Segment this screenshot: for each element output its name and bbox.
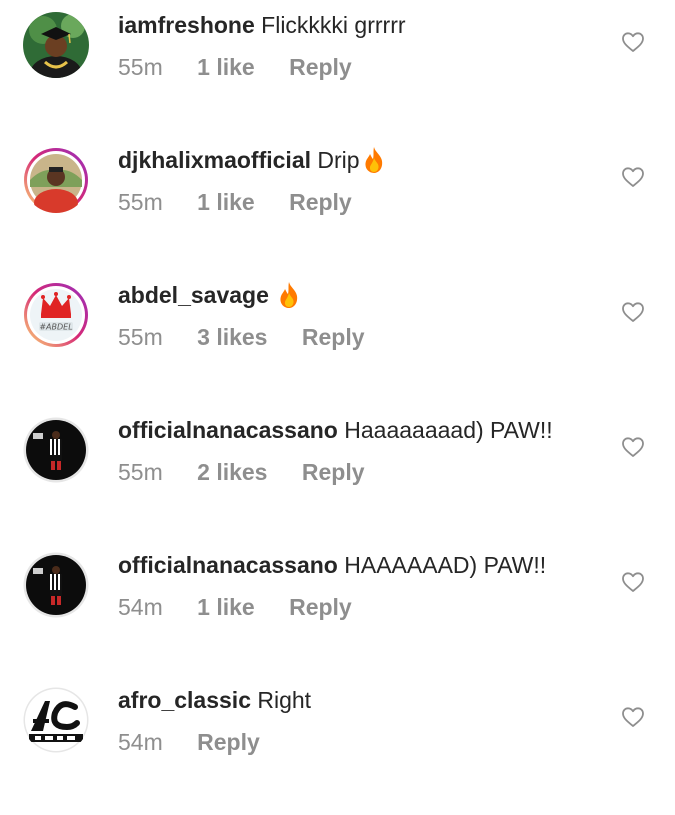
comment-text: HAAAAAAD) PAW!!: [344, 552, 547, 578]
comment-item: officialnanacassano Haaaaaaaad) PAW!! 55…: [0, 405, 675, 540]
comment-time: 54m: [118, 594, 163, 620]
comment-item: afro_classic Right 54m Reply: [0, 675, 675, 810]
comment-username[interactable]: officialnanacassano: [118, 417, 338, 443]
comment-likes[interactable]: 2 likes: [197, 457, 267, 487]
reply-button[interactable]: Reply: [197, 727, 260, 757]
comment-list: iamfreshone Flickkkki grrrrr 55m 1 like …: [0, 0, 675, 810]
comment-text: Right: [257, 687, 312, 713]
svg-text:#ABDEL: #ABDEL: [39, 323, 72, 332]
comment-time: 55m: [118, 54, 163, 80]
avatar-graduate-icon: [23, 12, 89, 78]
reply-button[interactable]: Reply: [289, 187, 352, 217]
comment-line: abdel_savage: [118, 280, 605, 310]
comment-item: iamfreshone Flickkkki grrrrr 55m 1 like …: [0, 0, 675, 135]
avatar[interactable]: [23, 12, 89, 78]
comment-body: djkhalixmaofficial Drip 55m 1 like Reply: [118, 145, 605, 217]
comment-item: officialnanacassano HAAAAAAD) PAW!! 54m …: [0, 540, 675, 675]
comment-likes[interactable]: 1 like: [197, 52, 255, 82]
comment-body: iamfreshone Flickkkki grrrrr 55m 1 like …: [118, 10, 605, 82]
like-heart-icon[interactable]: [621, 300, 645, 324]
comment-meta: 54m 1 like Reply: [118, 592, 605, 622]
comment-body: officialnanacassano HAAAAAAD) PAW!! 54m …: [118, 550, 605, 622]
avatar-man-red-icon: [24, 148, 88, 213]
avatar[interactable]: [23, 147, 89, 213]
comment-time: 55m: [118, 324, 163, 350]
comment-body: abdel_savage 55m 3 likes Reply: [118, 280, 605, 352]
comment-line: officialnanacassano HAAAAAAD) PAW!!: [118, 550, 605, 580]
avatar-footballer-icon: [23, 552, 89, 618]
avatar-crown-logo-icon: #ABDEL: [24, 283, 88, 347]
fire-emoji-icon: [277, 281, 301, 309]
avatar[interactable]: #ABDEL: [23, 282, 89, 348]
comment-time: 55m: [118, 189, 163, 215]
reply-button[interactable]: Reply: [289, 52, 352, 82]
comment-item: #ABDEL abdel_savage 55m 3 likes Reply: [0, 270, 675, 405]
reply-button[interactable]: Reply: [302, 322, 365, 352]
avatar[interactable]: [23, 552, 89, 618]
comment-line: afro_classic Right: [118, 685, 605, 715]
comment-likes[interactable]: 1 like: [197, 187, 255, 217]
fire-emoji-icon: [362, 146, 386, 174]
comment-username[interactable]: djkhalixmaofficial: [118, 147, 311, 173]
like-heart-icon[interactable]: [621, 435, 645, 459]
comment-item: djkhalixmaofficial Drip 55m 1 like Reply: [0, 135, 675, 270]
comment-time: 55m: [118, 459, 163, 485]
comment-username[interactable]: afro_classic: [118, 687, 251, 713]
comment-meta: 55m 1 like Reply: [118, 187, 605, 217]
reply-button[interactable]: Reply: [302, 457, 365, 487]
comment-username[interactable]: abdel_savage: [118, 282, 269, 308]
comment-meta: 55m 2 likes Reply: [118, 457, 605, 487]
comment-meta: 55m 3 likes Reply: [118, 322, 605, 352]
comment-line: djkhalixmaofficial Drip: [118, 145, 605, 175]
comment-text: Drip: [317, 147, 360, 173]
comment-meta: 55m 1 like Reply: [118, 52, 605, 82]
comment-meta: 54m Reply: [118, 727, 605, 757]
avatar[interactable]: [23, 687, 89, 753]
comment-body: afro_classic Right 54m Reply: [118, 685, 605, 757]
reply-button[interactable]: Reply: [289, 592, 352, 622]
comment-likes[interactable]: 1 like: [197, 592, 255, 622]
like-heart-icon[interactable]: [621, 705, 645, 729]
comment-time: 54m: [118, 729, 163, 755]
avatar-footballer-icon: [23, 417, 89, 483]
comment-text: Flickkkki grrrrr: [261, 12, 406, 38]
comment-username[interactable]: officialnanacassano: [118, 552, 338, 578]
comment-line: iamfreshone Flickkkki grrrrr: [118, 10, 605, 40]
like-heart-icon[interactable]: [621, 570, 645, 594]
avatar-ac-logo-icon: [23, 687, 89, 753]
comment-body: officialnanacassano Haaaaaaaad) PAW!! 55…: [118, 415, 605, 487]
like-heart-icon[interactable]: [621, 165, 645, 189]
comment-text: Haaaaaaaad) PAW!!: [344, 417, 553, 443]
like-heart-icon[interactable]: [621, 30, 645, 54]
comment-username[interactable]: iamfreshone: [118, 12, 255, 38]
comment-line: officialnanacassano Haaaaaaaad) PAW!!: [118, 415, 605, 445]
comment-likes[interactable]: 3 likes: [197, 322, 267, 352]
avatar[interactable]: [23, 417, 89, 483]
